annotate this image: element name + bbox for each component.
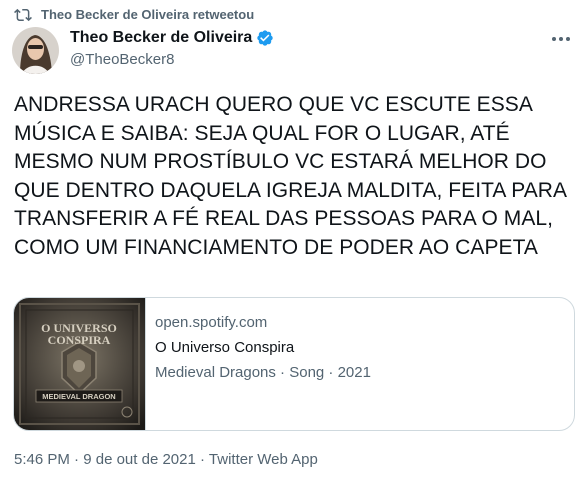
card-info: open.spotify.com O Universo Conspira Med… [155,314,371,381]
album-art-thumbnail: O UNIVERSO CONSPIRA MEDIEVAL DRAGON [14,298,146,430]
avatar[interactable] [12,27,59,74]
retweet-icon [14,8,32,22]
link-preview-card[interactable]: O UNIVERSO CONSPIRA MEDIEVAL DRAGON open… [13,297,575,431]
retweet-label[interactable]: Theo Becker de Oliveira retweetou [41,7,254,22]
author-handle[interactable]: @TheoBecker8 [70,51,274,68]
verified-badge-icon [257,30,273,46]
tweet-date[interactable]: 9 de out de 2021 [83,451,196,468]
author-block: Theo Becker de Oliveira @TheoBecker8 [70,29,274,68]
thumb-band-name: MEDIEVAL DRAGON [42,392,115,401]
tweet-metadata: 5:46 PM · 9 de out de 2021 · Twitter Web… [14,451,318,468]
card-domain: open.spotify.com [155,314,268,331]
author-name[interactable]: Theo Becker de Oliveira [70,29,252,47]
avatar-image [12,27,59,74]
tweet-text: ANDRESSA URACH QUERO QUE VC ESCUTE ESSA … [14,93,566,259]
meta-separator: · [74,451,80,468]
tweet-time[interactable]: 5:46 PM [14,451,70,468]
meta-separator: · [200,451,205,468]
more-options-icon[interactable] [550,33,572,45]
thumb-title-line2: CONSPIRA [48,333,111,347]
card-title: O Universo Conspira [155,339,295,356]
card-description: Medieval Dragons · Song · 2021 [155,364,371,381]
tweet-source: Twitter Web App [208,451,318,468]
retweet-header: Theo Becker de Oliveira retweetou [14,5,254,25]
